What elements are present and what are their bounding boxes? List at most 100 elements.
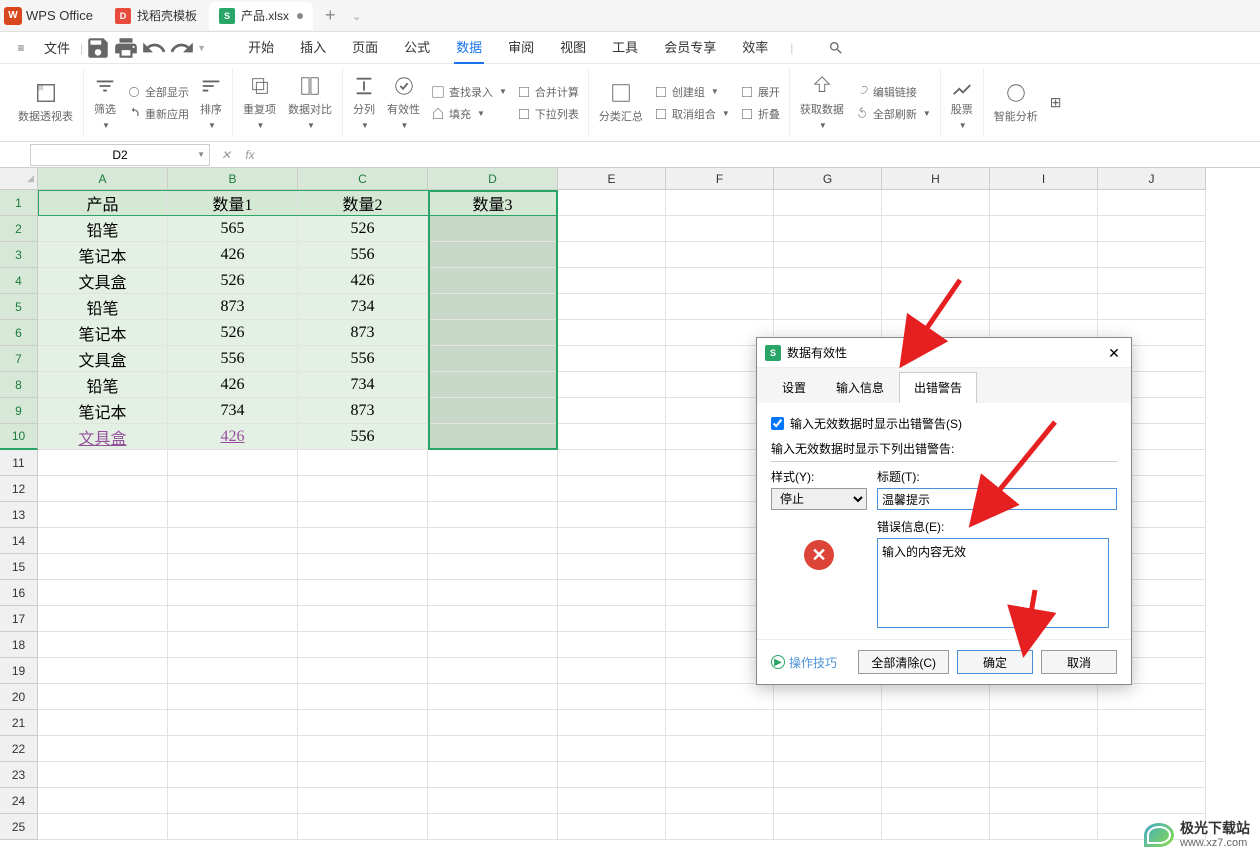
cell[interactable]: [558, 242, 666, 268]
tab-document[interactable]: S 产品.xlsx: [209, 2, 313, 30]
cell[interactable]: [428, 398, 558, 424]
cell[interactable]: [428, 658, 558, 684]
cell[interactable]: [666, 294, 774, 320]
row-header[interactable]: 3: [0, 242, 38, 268]
cell[interactable]: [298, 762, 428, 788]
cell[interactable]: [38, 632, 168, 658]
cell[interactable]: 426: [168, 372, 298, 398]
cell[interactable]: [168, 658, 298, 684]
cell[interactable]: [38, 684, 168, 710]
cell[interactable]: [428, 710, 558, 736]
cell[interactable]: [298, 450, 428, 476]
cell[interactable]: [990, 190, 1098, 216]
cell[interactable]: [168, 606, 298, 632]
row-header[interactable]: 21: [0, 710, 38, 736]
pivot-table-button[interactable]: 数据透视表: [14, 80, 77, 126]
refresh-all-button[interactable]: 全部刷新▼: [852, 104, 934, 124]
cell[interactable]: [38, 580, 168, 606]
tab-input-message[interactable]: 输入信息: [821, 372, 899, 403]
cell[interactable]: [298, 476, 428, 502]
cell[interactable]: [558, 684, 666, 710]
cell[interactable]: [774, 736, 882, 762]
menu-start[interactable]: 开始: [246, 31, 276, 64]
cell[interactable]: [882, 762, 990, 788]
cell[interactable]: [38, 502, 168, 528]
cell[interactable]: [990, 294, 1098, 320]
cell[interactable]: [168, 502, 298, 528]
clear-all-button[interactable]: 全部清除(C): [858, 650, 949, 674]
split-column-button[interactable]: 分列▼: [349, 73, 379, 132]
column-header[interactable]: F: [666, 168, 774, 190]
cancel-formula-icon[interactable]: ✕: [214, 148, 238, 162]
cell[interactable]: [428, 684, 558, 710]
cell[interactable]: [666, 762, 774, 788]
cell[interactable]: [428, 268, 558, 294]
cell[interactable]: [428, 294, 558, 320]
cell[interactable]: [428, 476, 558, 502]
cell[interactable]: [38, 554, 168, 580]
cell[interactable]: [298, 788, 428, 814]
more-button[interactable]: ⊞: [1046, 92, 1066, 113]
filter-button[interactable]: 筛选▼: [90, 73, 120, 132]
cell[interactable]: [558, 398, 666, 424]
cell[interactable]: [882, 788, 990, 814]
cell[interactable]: [990, 684, 1098, 710]
hamburger-icon[interactable]: ≡: [8, 35, 34, 61]
cell[interactable]: [558, 762, 666, 788]
row-header[interactable]: 13: [0, 502, 38, 528]
cell[interactable]: [774, 788, 882, 814]
cell[interactable]: [774, 684, 882, 710]
cell[interactable]: [298, 554, 428, 580]
cell[interactable]: [428, 372, 558, 398]
cell[interactable]: [38, 710, 168, 736]
cell[interactable]: [168, 554, 298, 580]
cell[interactable]: [298, 528, 428, 554]
menu-data[interactable]: 数据: [454, 31, 484, 64]
cell[interactable]: [1098, 268, 1206, 294]
cell[interactable]: 526: [298, 216, 428, 242]
cell[interactable]: [558, 606, 666, 632]
cell[interactable]: [882, 190, 990, 216]
save-icon[interactable]: [85, 35, 111, 61]
cell[interactable]: [990, 762, 1098, 788]
cell[interactable]: [38, 788, 168, 814]
cell[interactable]: [990, 242, 1098, 268]
cell[interactable]: 426: [298, 268, 428, 294]
cell[interactable]: [558, 450, 666, 476]
cell[interactable]: [774, 268, 882, 294]
cell[interactable]: [990, 814, 1098, 840]
tips-link[interactable]: 操作技巧: [771, 654, 850, 671]
cell[interactable]: [558, 736, 666, 762]
row-header[interactable]: 1: [0, 190, 38, 216]
cell[interactable]: 文具盒: [38, 268, 168, 294]
cell[interactable]: [558, 814, 666, 840]
cell[interactable]: 556: [298, 346, 428, 372]
show-all-button[interactable]: 全部显示: [124, 82, 192, 102]
duplicates-button[interactable]: 重复项▼: [239, 73, 280, 132]
cell[interactable]: [1098, 710, 1206, 736]
row-header[interactable]: 5: [0, 294, 38, 320]
cell[interactable]: [882, 216, 990, 242]
row-header[interactable]: 14: [0, 528, 38, 554]
column-header[interactable]: C: [298, 168, 428, 190]
column-header[interactable]: J: [1098, 168, 1206, 190]
cell[interactable]: [168, 814, 298, 840]
cell[interactable]: [774, 814, 882, 840]
column-header[interactable]: G: [774, 168, 882, 190]
menu-insert[interactable]: 插入: [298, 31, 328, 64]
reapply-button[interactable]: 重新应用: [124, 104, 192, 124]
cell[interactable]: [558, 372, 666, 398]
cell[interactable]: [38, 476, 168, 502]
cell[interactable]: [558, 632, 666, 658]
cell[interactable]: [428, 346, 558, 372]
cell[interactable]: [882, 814, 990, 840]
cell[interactable]: [774, 710, 882, 736]
row-header[interactable]: 20: [0, 684, 38, 710]
row-header[interactable]: 2: [0, 216, 38, 242]
cell[interactable]: [428, 736, 558, 762]
cell[interactable]: [428, 450, 558, 476]
cell[interactable]: [168, 710, 298, 736]
cell[interactable]: [558, 346, 666, 372]
cell[interactable]: [882, 736, 990, 762]
cell[interactable]: 铅笔: [38, 372, 168, 398]
